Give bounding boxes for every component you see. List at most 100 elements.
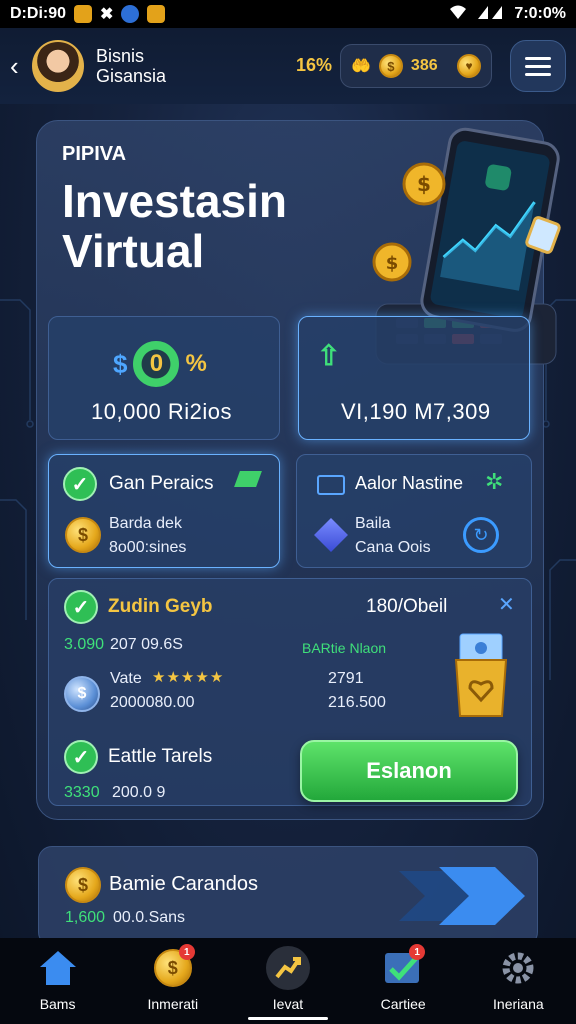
progress-percent: 16% bbox=[296, 55, 333, 75]
panel-eyebrow: PIPIVA bbox=[62, 143, 127, 165]
nav-item-home[interactable]: Bams bbox=[8, 946, 108, 1012]
page-title: Investasin Virtual bbox=[62, 176, 287, 276]
feature-card-1[interactable]: ✓ Gan Peraics $ Barda dek 8o00:sines bbox=[48, 454, 280, 568]
detail-sub-3: 200.0 9 bbox=[112, 784, 166, 801]
bottom-card-sub-green: 1,600 bbox=[65, 909, 106, 926]
bottom-card[interactable]: $ Bamie Carandos 1,600 00.0.Sans bbox=[38, 846, 538, 946]
feature-title-2: Aalor Nastine bbox=[355, 473, 464, 493]
dollar-coin-icon: $ bbox=[378, 54, 403, 78]
status-time-left: D:Di:90 bbox=[10, 5, 67, 22]
cta-label: Eslanon bbox=[366, 758, 452, 783]
star-icon: ★ bbox=[152, 669, 167, 686]
tools-icon[interactable]: ✕ bbox=[498, 592, 515, 617]
menu-line bbox=[525, 72, 551, 76]
feature-line-1a: Barda dek bbox=[109, 515, 182, 532]
refresh-icon[interactable]: ↻ bbox=[463, 517, 499, 553]
coin-amount: 386 bbox=[410, 57, 438, 74]
bottom-navigation: Bams $ 1 Inmerati Ievat 1 Cartiee Ineria… bbox=[0, 938, 576, 1024]
coin-hand-icon: 🤲 bbox=[351, 58, 371, 75]
star-icon: ★ bbox=[166, 669, 181, 686]
percent-coin-row: $ 0 % bbox=[113, 341, 207, 387]
feature-line-1b: 8o00:sines bbox=[109, 539, 187, 556]
avatar[interactable] bbox=[32, 40, 84, 92]
star-icon: ★ bbox=[180, 669, 196, 686]
money-jar-icon bbox=[454, 633, 508, 717]
nav-label: Bams bbox=[39, 996, 76, 1012]
title-line-2: Virtual bbox=[62, 225, 205, 277]
detail-mid-label: BARtie Nlaon bbox=[302, 640, 387, 656]
dollar-symbol: $ bbox=[113, 348, 128, 379]
status-bar: D:Di:90 ✖ 7:0:0% bbox=[0, 0, 576, 28]
primary-cta-button[interactable]: Eslanon bbox=[300, 740, 518, 802]
coin-hand-icon: $ 1 bbox=[151, 944, 195, 990]
coin-digit: 0 bbox=[149, 350, 164, 377]
menu-line bbox=[525, 64, 551, 68]
wifi-icon bbox=[448, 4, 468, 25]
svg-text:$: $ bbox=[417, 172, 431, 196]
detail-right-1: 180/Obeil bbox=[366, 596, 448, 617]
growth-arrow-icon: ⇧ bbox=[317, 340, 341, 371]
percent-symbol: % bbox=[185, 350, 207, 377]
chart-up-icon bbox=[265, 946, 310, 990]
cube-icon bbox=[314, 518, 348, 552]
detail-mid-value-1: 2791 bbox=[328, 670, 364, 687]
nav-label: Cartiee bbox=[380, 996, 426, 1012]
coin-icon: $ bbox=[64, 676, 100, 712]
back-icon[interactable]: ‹ bbox=[10, 51, 24, 82]
star-icon: ★ bbox=[209, 669, 225, 686]
gem-icon bbox=[234, 471, 262, 487]
stat-value-2: VI,190 M7,309 bbox=[341, 399, 491, 424]
app-icon-2 bbox=[121, 5, 140, 23]
detail-sub-1: 207 09.6S bbox=[110, 636, 183, 653]
signal-icon bbox=[476, 4, 506, 25]
gear-icon bbox=[496, 946, 540, 990]
heart-coin-icon[interactable]: ♥ bbox=[457, 54, 481, 78]
tools-icon: ✖ bbox=[100, 6, 114, 23]
svg-text:$: $ bbox=[386, 253, 399, 274]
feature-card-2[interactable]: Aalor Nastine ✲ Baila Cana Oois ↻ bbox=[296, 454, 532, 568]
app-header: ‹ Bisnis Gisansia 16% 🤲 $ 386 ♥ bbox=[0, 28, 576, 104]
menu-line bbox=[525, 56, 551, 60]
nav-item-tasks[interactable]: 1 Cartiee bbox=[353, 944, 453, 1012]
card-icon bbox=[317, 475, 345, 495]
stat-card-investment[interactable]: $ 0 % 10,000 Ri2ios bbox=[48, 316, 280, 440]
nav-item-market[interactable]: Ievat bbox=[238, 946, 338, 1020]
menu-button[interactable] bbox=[510, 40, 566, 92]
detail-sub-green-1: 3.090 bbox=[64, 636, 105, 653]
home-icon bbox=[36, 946, 80, 990]
stat-card-balance[interactable]: ⇧ VI,190 M7,309 bbox=[298, 316, 530, 440]
detail-sub-green-3: 3330 bbox=[64, 784, 100, 801]
rating-label: Vate bbox=[110, 670, 142, 687]
coin-balance[interactable]: 🤲 $ 386 ♥ bbox=[340, 44, 492, 88]
check-icon: ✓ bbox=[64, 740, 98, 774]
nav-label: Ineriana bbox=[493, 996, 544, 1012]
profile-line-2: Gisansia bbox=[96, 66, 167, 86]
title-line-1: Investasin bbox=[62, 175, 287, 227]
detail-title-3: Eattle Tarels bbox=[108, 746, 213, 767]
rating-stars: ★★★★★ bbox=[152, 668, 224, 686]
app-icon-1 bbox=[74, 5, 93, 23]
nav-item-invest[interactable]: $ 1 Inmerati bbox=[123, 944, 223, 1012]
dollar-coin-icon: $ bbox=[65, 867, 101, 903]
feature-line-2a: Baila bbox=[355, 515, 391, 532]
rating-value: 2000080.00 bbox=[110, 694, 195, 711]
profile-line-1: Bisnis bbox=[96, 46, 145, 66]
detail-title-1: Zudin Geyb bbox=[108, 596, 213, 617]
star-icon: ★ bbox=[195, 669, 210, 686]
bottom-card-sub: 00.0.Sans bbox=[113, 909, 186, 926]
nav-label: Inmerati bbox=[147, 996, 199, 1012]
status-time-right: 7:0:0% bbox=[514, 5, 566, 22]
zero-coin-icon: 0 bbox=[133, 341, 180, 387]
detail-mid-value-2: 216.500 bbox=[328, 694, 386, 711]
bottom-card-title: Bamie Carandos bbox=[109, 873, 258, 895]
stat-value-1: 10,000 Ri2ios bbox=[91, 399, 233, 424]
nav-label: Ievat bbox=[272, 996, 304, 1012]
nav-item-settings[interactable]: Ineriana bbox=[468, 946, 568, 1012]
checklist-icon: 1 bbox=[381, 944, 426, 990]
check-icon: ✓ bbox=[64, 590, 98, 624]
active-indicator bbox=[247, 1017, 328, 1020]
profile-name: Bisnis Gisansia bbox=[96, 46, 166, 86]
chevron-right-icon bbox=[399, 867, 525, 925]
feature-line-2b: Cana Oois bbox=[355, 539, 431, 556]
notification-badge: 1 bbox=[178, 944, 195, 960]
